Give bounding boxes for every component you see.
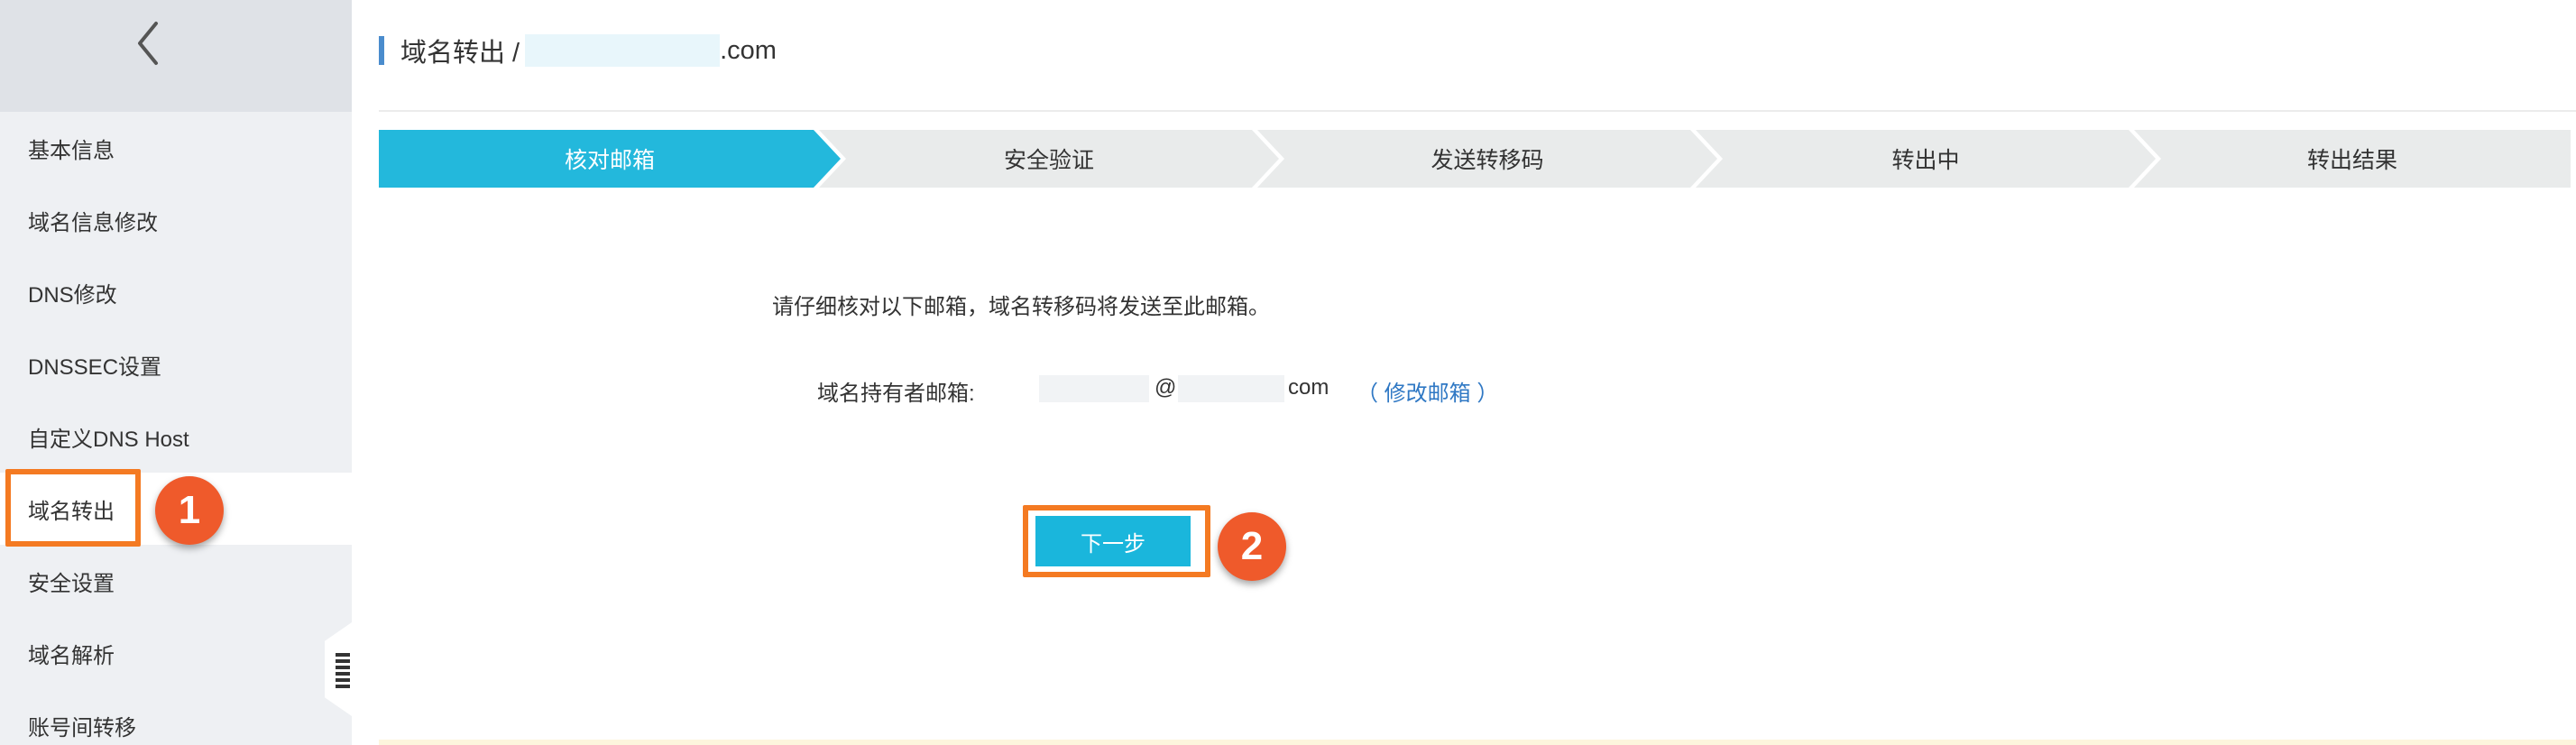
step-label: 安全验证 [1003,148,1094,173]
step-label: 转出结果 [2306,148,2397,173]
step-label: 转出中 [1891,148,1960,173]
chevron-left-icon[interactable] [131,20,167,67]
annotation-highlight-transfer-out [5,469,141,547]
owner-email-label: 域名持有者邮箱: [817,382,975,406]
sidebar-item-label: 自定义DNS Host [28,427,189,452]
sidebar-item-label: 账号间转移 [28,715,136,740]
sidebar-item-dnssec[interactable]: DNSSEC设置 [0,328,352,400]
sidebar-item-basic-info[interactable]: 基本信息 [0,112,352,184]
breadcrumb-suffix: .com [720,35,777,65]
sidebar-item-dns-edit[interactable]: DNS修改 [0,256,352,328]
breadcrumb: 域名转出 / .com [400,32,777,69]
sidebar-item-security-settings[interactable]: 安全设置 [0,545,352,617]
step-send-transfer-code: 发送转移码 [1257,130,1717,188]
step-label: 发送转移码 [1431,148,1544,173]
header-divider [379,110,2576,112]
annotation-marker-2: 2 [1218,512,1286,581]
sidebar-item-account-transfer[interactable]: 账号间转移 [0,689,352,745]
breadcrumb-domain-masked [525,34,721,67]
modify-email-link[interactable]: （ 修改邮箱 ） [1357,375,1498,407]
email-notice-text: 请仔细核对以下邮箱，域名转移码将发送至此邮箱。 [772,295,1270,319]
step-transfer-result: 转出结果 [2134,130,2571,188]
annotation-marker-1: 1 [155,476,224,545]
email-user-masked [1039,375,1149,402]
progress-steps: 核对邮箱 安全验证 发送转移码 转出中 转出结果 [379,130,2571,188]
step-verify-email: 核对邮箱 [379,130,841,188]
step-security-verification: 安全验证 [819,130,1279,188]
sidebar: 基本信息 域名信息修改 DNS修改 DNSSEC设置 自定义DNS Host 域… [0,0,352,745]
email-domain-masked [1178,375,1284,402]
annotation-highlight-next-button [1023,505,1210,577]
sidebar-header [0,0,352,112]
title-accent-bar [379,36,384,65]
bottom-notice-strip [379,740,2576,745]
sidebar-item-label: DNS修改 [28,282,117,308]
sidebar-item-label: 域名信息修改 [28,210,158,235]
sidebar-item-label: DNSSEC设置 [28,354,162,380]
sidebar-item-label: 基本信息 [28,138,115,163]
email-tld: com [1288,375,1329,400]
sidebar-item-label: 域名解析 [28,643,115,668]
email-at-sign: @ [1155,375,1177,400]
step-transferring: 转出中 [1696,130,2156,188]
drag-handle-icon [336,653,350,688]
breadcrumb-prefix: 域名转出 / [400,39,520,68]
sidebar-item-custom-dns-host[interactable]: 自定义DNS Host [0,400,352,473]
sidebar-item-domain-resolution[interactable]: 域名解析 [0,617,352,689]
sidebar-item-label: 安全设置 [28,571,115,596]
step-label: 核对邮箱 [564,148,655,173]
sidebar-item-domain-info-edit[interactable]: 域名信息修改 [0,184,352,256]
